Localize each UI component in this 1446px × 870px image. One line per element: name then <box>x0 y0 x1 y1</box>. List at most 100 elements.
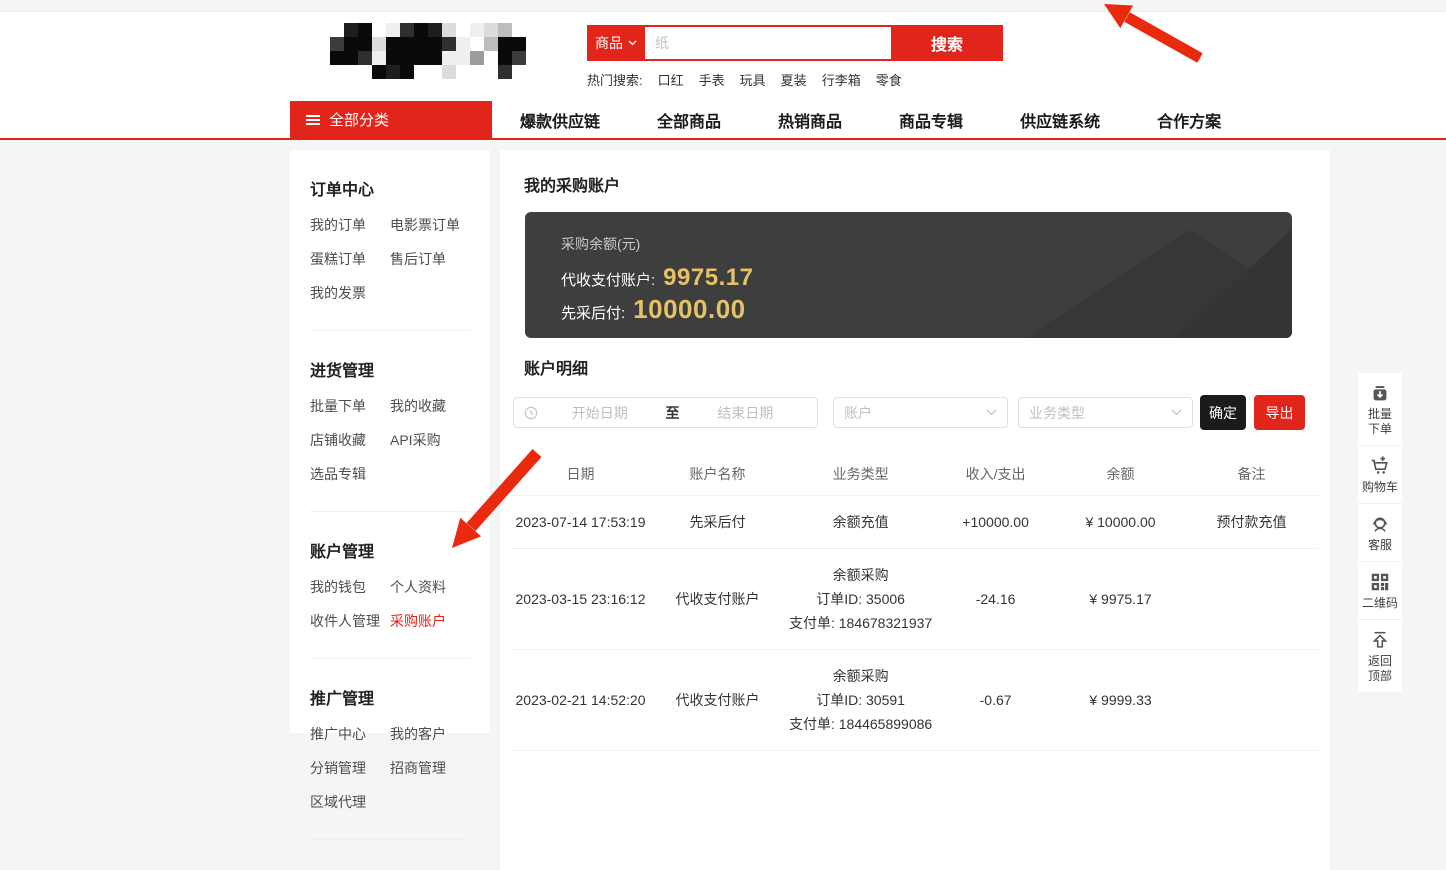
table-header-cell: 余额 <box>1056 453 1185 495</box>
business-type-placeholder: 业务类型 <box>1029 403 1171 423</box>
account-select[interactable]: 账户 <box>833 397 1008 428</box>
toolbar-item-label: 批量下单 <box>1368 407 1392 437</box>
nav-item[interactable]: 供应链系统 <box>1020 108 1100 132</box>
sidebar-item-link[interactable]: 我的钱包 <box>310 570 390 604</box>
back-to-top-icon <box>1369 629 1391 651</box>
sidebar-item-link[interactable]: 我的发票 <box>310 276 390 310</box>
chevron-down-icon <box>986 409 997 416</box>
sidebar-item-link[interactable]: 分销管理 <box>310 751 390 785</box>
all-categories-button[interactable]: 全部分类 <box>290 101 492 138</box>
table-cell: 先采后付 <box>649 498 786 546</box>
logo-pixel <box>428 65 442 79</box>
search-category-dropdown[interactable]: 商品 <box>587 25 645 61</box>
hot-search-terms: 口红手表玩具夏装行李箱零食 <box>658 70 902 89</box>
logo-pixel <box>344 37 358 51</box>
top-strip <box>0 0 1446 12</box>
chevron-down-icon <box>628 40 637 46</box>
sidebar-item-link[interactable]: 蛋糕订单 <box>310 242 390 276</box>
sidebar-item-link[interactable]: 售后订单 <box>390 242 470 276</box>
table-cell: 代收支付账户 <box>649 575 786 623</box>
hot-search-term[interactable]: 夏装 <box>781 70 807 89</box>
toolbar-item-批量下单[interactable]: 批量下单 <box>1358 373 1402 445</box>
sidebar-item-link[interactable]: 我的订单 <box>310 208 390 242</box>
nav-item[interactable]: 热销商品 <box>778 108 842 132</box>
hot-search-term[interactable]: 口红 <box>658 70 684 89</box>
logo-pixel <box>400 23 414 37</box>
nav-item[interactable]: 爆款供应链 <box>520 108 600 132</box>
table-row: 2023-03-15 23:16:12代收支付账户余额采购订单ID: 35006… <box>512 549 1318 650</box>
table-cell: 2023-03-15 23:16:12 <box>512 577 649 621</box>
sidebar-item-link[interactable]: 推广中心 <box>310 717 390 751</box>
hot-search-term[interactable]: 手表 <box>699 70 725 89</box>
end-date-placeholder[interactable]: 结束日期 <box>684 403 808 423</box>
logo-pixel <box>498 23 512 37</box>
site-logo[interactable] <box>330 23 526 79</box>
logo-pixel <box>414 23 428 37</box>
start-date-placeholder[interactable]: 开始日期 <box>538 403 662 423</box>
sidebar-divider <box>310 839 470 840</box>
batch-order-icon <box>1369 382 1391 404</box>
logo-pixel <box>484 37 498 51</box>
sidebar-item-link[interactable]: 收件人管理 <box>310 604 390 638</box>
toolbar-item-label: 二维码 <box>1362 596 1398 611</box>
table-cell <box>1185 585 1318 613</box>
nav-item[interactable]: 商品专辑 <box>899 108 963 132</box>
sidebar-item-link[interactable]: 选品专辑 <box>310 457 390 491</box>
date-range-picker[interactable]: 开始日期 至 结束日期 <box>513 397 818 428</box>
logo-pixel <box>512 23 526 37</box>
logo-pixel <box>358 37 372 51</box>
sidebar-links: 批量下单我的收藏店铺收藏API采购选品专辑 <box>310 389 470 491</box>
main-nav: 全部分类 爆款供应链 全部商品 热销商品 商品专辑 供应链系统 合作方案 <box>0 101 1446 138</box>
sidebar-section-title: 账户管理 <box>310 512 470 570</box>
logo-pixel <box>386 23 400 37</box>
nav-item[interactable]: 合作方案 <box>1157 108 1221 132</box>
toolbar-item-二维码[interactable]: 二维码 <box>1358 561 1402 619</box>
table-cell: 余额采购订单ID: 35006支付单: 184678321937 <box>786 549 935 649</box>
search-category-label: 商品 <box>595 33 623 53</box>
toolbar-item-客服[interactable]: 客服 <box>1358 503 1402 561</box>
sidebar-item-link[interactable]: 店铺收藏 <box>310 423 390 457</box>
clock-icon <box>524 406 538 420</box>
logo-pixel <box>470 37 484 51</box>
page-title: 我的采购账户 <box>524 172 620 196</box>
sidebar-links: 我的钱包个人资料收件人管理采购账户 <box>310 570 470 638</box>
confirm-button[interactable]: 确定 <box>1200 395 1246 430</box>
export-button[interactable]: 导出 <box>1254 395 1305 430</box>
table-header-cell: 账户名称 <box>649 453 786 495</box>
table-cell: 预付款充值 <box>1185 498 1318 546</box>
sidebar-item-link[interactable]: 区域代理 <box>310 785 390 819</box>
hot-search-term[interactable]: 行李箱 <box>822 70 861 89</box>
balance-amount: 9975.17 <box>663 264 753 292</box>
sidebar-item-link[interactable]: 个人资料 <box>390 570 470 604</box>
sidebar-item-link[interactable]: 我的客户 <box>390 717 470 751</box>
hot-search-term[interactable]: 零食 <box>876 70 902 89</box>
toolbar-item-返回顶部[interactable]: 返回顶部 <box>1358 619 1402 692</box>
toolbar-item-购物车[interactable]: 购物车 <box>1358 445 1402 503</box>
sidebar-item-link[interactable]: 电影票订单 <box>390 208 470 242</box>
search-bar: 商品 搜索 <box>587 25 1003 61</box>
logo-pixel <box>400 37 414 51</box>
sidebar-item-link[interactable]: 招商管理 <box>390 751 470 785</box>
balance-row: 先采后付:10000.00 <box>561 294 753 325</box>
hot-search-term[interactable]: 玩具 <box>740 70 766 89</box>
purchase-account-page: { "colors": { "accent_red": "#e1251b", "… <box>0 0 1446 745</box>
sidebar-item-link[interactable]: 我的收藏 <box>390 389 470 423</box>
business-type-select[interactable]: 业务类型 <box>1018 397 1193 428</box>
logo-pixel <box>456 37 470 51</box>
cart-icon <box>1369 455 1391 477</box>
account-select-placeholder: 账户 <box>844 403 986 423</box>
sidebar-item-active[interactable]: 采购账户 <box>390 604 470 638</box>
table-cell: ¥ 10000.00 <box>1056 500 1185 544</box>
table-cell: ¥ 9975.17 <box>1056 577 1185 621</box>
search-input[interactable] <box>645 27 891 59</box>
logo-pixel <box>344 23 358 37</box>
logo-pixel <box>344 51 358 65</box>
sidebar-section-title: 推广管理 <box>310 659 470 717</box>
sidebar-item-link[interactable]: 批量下单 <box>310 389 390 423</box>
sidebar-item-link[interactable]: API采购 <box>390 423 470 457</box>
balance-account-label: 代收支付账户: <box>561 269 655 290</box>
logo-pixel <box>512 65 526 79</box>
search-button[interactable]: 搜索 <box>891 25 1003 61</box>
nav-items: 爆款供应链 全部商品 热销商品 商品专辑 供应链系统 合作方案 <box>520 101 1221 138</box>
nav-item[interactable]: 全部商品 <box>657 108 721 132</box>
